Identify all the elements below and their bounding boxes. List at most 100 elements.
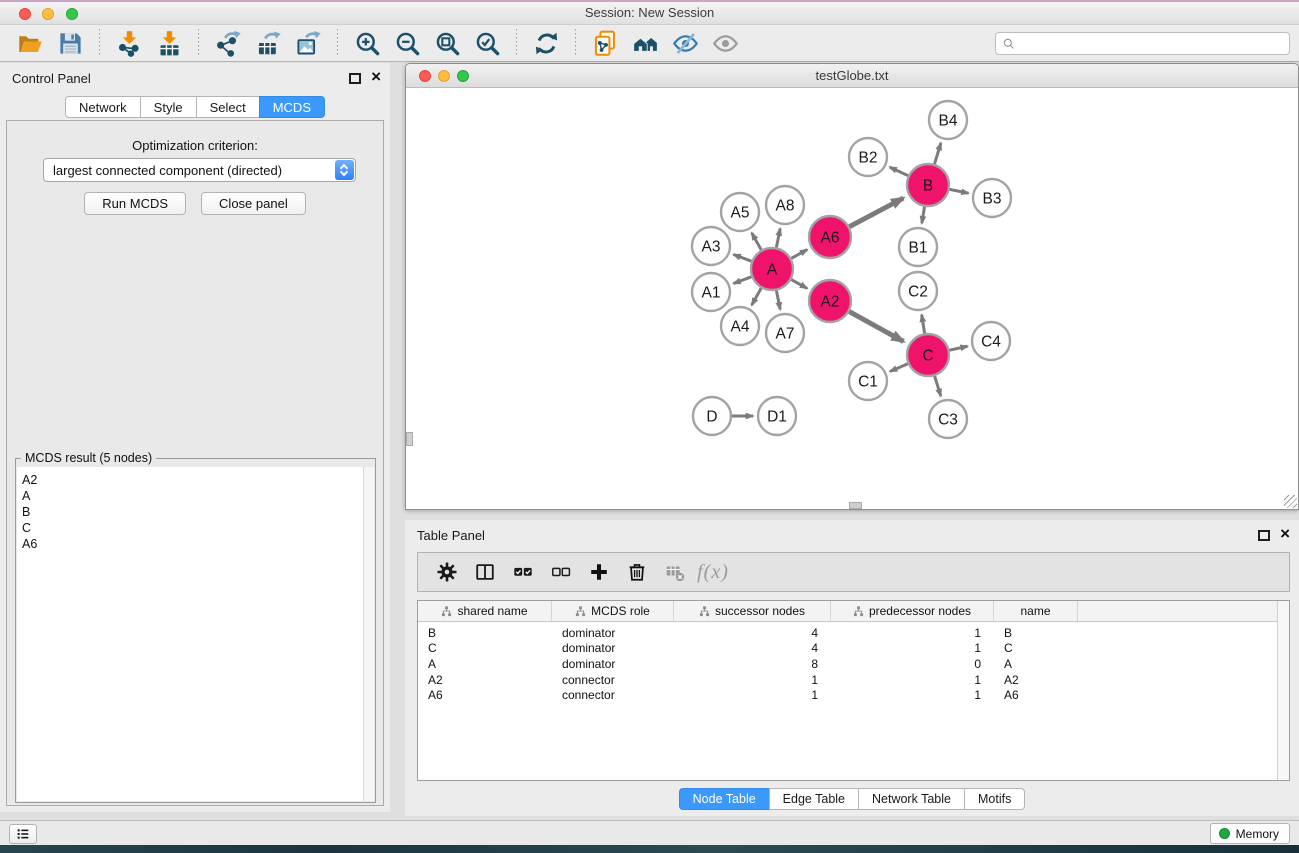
graph-edge-A2-C[interactable] [849,312,903,342]
table-cell[interactable]: A [418,657,552,671]
graph-edge-B-B3[interactable] [950,189,969,193]
show-task-history-button[interactable] [9,824,37,844]
graph-edge-A6-B[interactable] [849,198,903,227]
table-cell[interactable]: connector [552,673,674,687]
table-vertical-scrollbar[interactable] [1277,601,1289,780]
zoom-out-button[interactable] [392,28,422,58]
tab-network-table[interactable]: Network Table [858,788,965,810]
graph-node-C2[interactable]: C2 [899,272,937,310]
refresh-button[interactable] [531,28,561,58]
mcds-result-scrollbar[interactable] [363,467,374,801]
table-cell[interactable]: dominator [552,641,674,655]
memory-button[interactable]: Memory [1210,823,1290,844]
network-canvas[interactable]: B4B2BB3B1A5A8A6A3AA1A4A7A2C2C4CC1C3DD1 [406,88,1298,509]
network-vertical-scrollbar-thumb[interactable] [406,432,413,446]
clone-network-button[interactable] [590,28,620,58]
graph-node-D[interactable]: D [693,397,731,435]
table-cell[interactable]: 1 [831,641,994,655]
graph-node-A6[interactable]: A6 [809,216,851,258]
graph-node-A4[interactable]: A4 [721,307,759,345]
close-panel-icon[interactable]: × [371,68,381,86]
graph-node-A[interactable]: A [751,248,793,290]
close-traffic-light[interactable] [19,8,31,20]
dropdown-stepper-icon[interactable] [335,160,354,180]
table-cell[interactable]: A6 [994,688,1078,702]
network-horizontal-scrollbar-thumb[interactable] [849,502,862,509]
graph-node-D1[interactable]: D1 [758,397,796,435]
graph-edge-C-C1[interactable] [890,364,908,372]
search-field[interactable] [995,32,1290,55]
table-row-A6[interactable]: A6connector11A6 [418,687,1277,703]
table-cell[interactable]: A2 [418,673,552,687]
graph-edge-A-A3[interactable] [734,255,752,262]
window-resize-grip[interactable] [1284,495,1297,508]
table-cell[interactable]: A2 [994,673,1078,687]
optimization-criterion-dropdown[interactable]: largest connected component (directed) [43,158,356,182]
graph-edge-C-C2[interactable] [922,315,925,334]
hide-graphics-details-button[interactable] [670,28,700,58]
table-cell[interactable]: A6 [418,688,552,702]
graph-edge-B-B1[interactable] [922,207,925,224]
search-input[interactable] [1020,34,1285,53]
toggle-panel-layout-button[interactable] [467,556,503,588]
table-row-A[interactable]: Adominator80A [418,656,1277,672]
graph-node-C3[interactable]: C3 [929,400,967,438]
table-cell[interactable]: 1 [674,688,831,702]
table-float-panel-icon[interactable] [1258,530,1270,541]
graph-node-B1[interactable]: B1 [899,228,937,266]
graph-node-A1[interactable]: A1 [692,273,730,311]
tab-select[interactable]: Select [196,96,260,118]
show-all-columns-button[interactable] [505,556,541,588]
network-close-traffic-light[interactable] [419,70,431,82]
graph-edge-A-A1[interactable] [734,277,752,284]
minimize-traffic-light[interactable] [42,8,54,20]
table-cell[interactable]: dominator [552,626,674,640]
graph-node-A5[interactable]: A5 [721,193,759,231]
open-session-button[interactable] [15,28,45,58]
graph-node-A2[interactable]: A2 [809,280,851,322]
export-image-button[interactable] [293,28,323,58]
graph-node-C[interactable]: C [907,334,949,376]
graph-edge-A-A4[interactable] [752,288,762,305]
mcds-result-item[interactable]: B [17,504,363,520]
graph-node-B4[interactable]: B4 [929,101,967,139]
graph-edge-A-A2[interactable] [791,280,807,289]
run-mcds-button[interactable]: Run MCDS [84,192,186,215]
table-cell[interactable]: C [994,641,1078,655]
table-cell[interactable]: 8 [674,657,831,671]
graph-edge-C-C3[interactable] [935,376,941,396]
table-cell[interactable]: 4 [674,626,831,640]
table-cell[interactable]: 1 [674,673,831,687]
graph-node-B[interactable]: B [907,164,949,206]
table-cell[interactable]: 1 [831,626,994,640]
table-settings-button[interactable] [429,556,465,588]
table-cell[interactable]: B [994,626,1078,640]
graph-edge-A-A5[interactable] [752,233,762,250]
tab-network[interactable]: Network [65,96,141,118]
table-cell[interactable]: 1 [831,673,994,687]
export-network-button[interactable] [213,28,243,58]
table-cell[interactable]: A [994,657,1078,671]
mcds-result-item[interactable]: A6 [17,536,363,552]
table-row-A2[interactable]: A2connector11A2 [418,672,1277,688]
graph-edge-A-A6[interactable] [791,250,807,259]
network-overview-button[interactable] [630,28,660,58]
table-row-C[interactable]: Cdominator41C [418,641,1277,657]
zoom-in-button[interactable] [352,28,382,58]
column-header-predecessor-nodes[interactable]: predecessor nodes [831,601,994,621]
network-graph[interactable]: B4B2BB3B1A5A8A6A3AA1A4A7A2C2C4CC1C3DD1 [406,88,1298,509]
table-cell[interactable]: connector [552,688,674,702]
table-cell[interactable]: 0 [831,657,994,671]
mcds-result-item[interactable]: A [17,488,363,504]
network-minimize-traffic-light[interactable] [438,70,450,82]
import-table-button[interactable] [154,28,184,58]
table-close-panel-icon[interactable]: × [1280,525,1290,543]
table-row-B[interactable]: Bdominator41B [418,625,1277,641]
zoom-traffic-light[interactable] [66,8,78,20]
mcds-result-item[interactable]: C [17,520,363,536]
graph-edge-C-C4[interactable] [950,346,968,350]
mcds-result-list[interactable]: A2ABCA6 [17,467,363,801]
tab-edge-table[interactable]: Edge Table [769,788,859,810]
create-column-button[interactable] [581,556,617,588]
column-header-successor-nodes[interactable]: successor nodes [674,601,831,621]
